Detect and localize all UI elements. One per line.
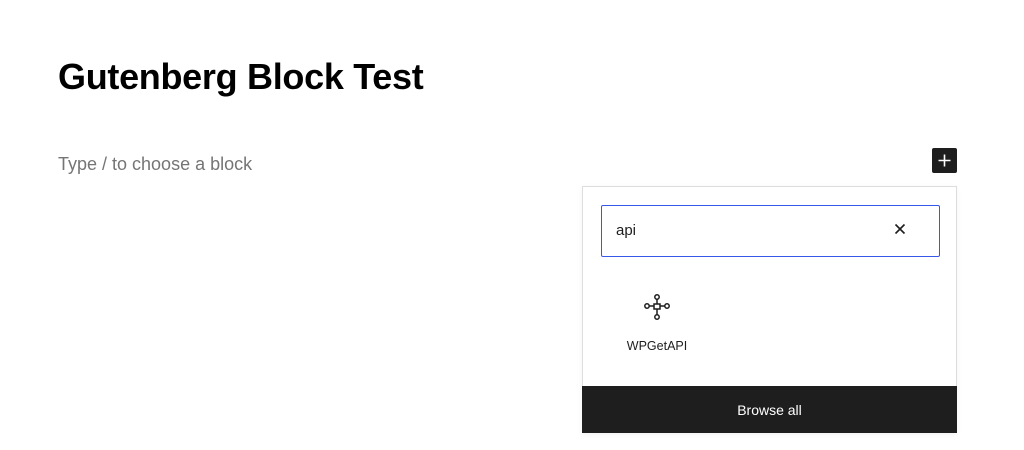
- editor-canvas: Gutenberg Block Test Type / to choose a …: [0, 0, 1024, 450]
- block-result-wpgetapi[interactable]: WPGetAPI: [611, 287, 703, 361]
- plus-icon: [937, 153, 952, 168]
- block-inserter-toggle-button[interactable]: [932, 148, 957, 173]
- post-title[interactable]: Gutenberg Block Test: [58, 56, 424, 98]
- browse-all-button[interactable]: Browse all: [582, 386, 957, 433]
- clear-search-button[interactable]: [889, 219, 911, 241]
- block-result-label: WPGetAPI: [626, 339, 688, 353]
- close-icon: [894, 223, 906, 238]
- block-placeholder[interactable]: Type / to choose a block: [58, 154, 252, 175]
- block-search-input[interactable]: [616, 206, 886, 255]
- search-box: [601, 205, 940, 257]
- block-inserter-popover: WPGetAPI Browse all: [582, 186, 957, 433]
- api-connection-icon: [643, 293, 671, 321]
